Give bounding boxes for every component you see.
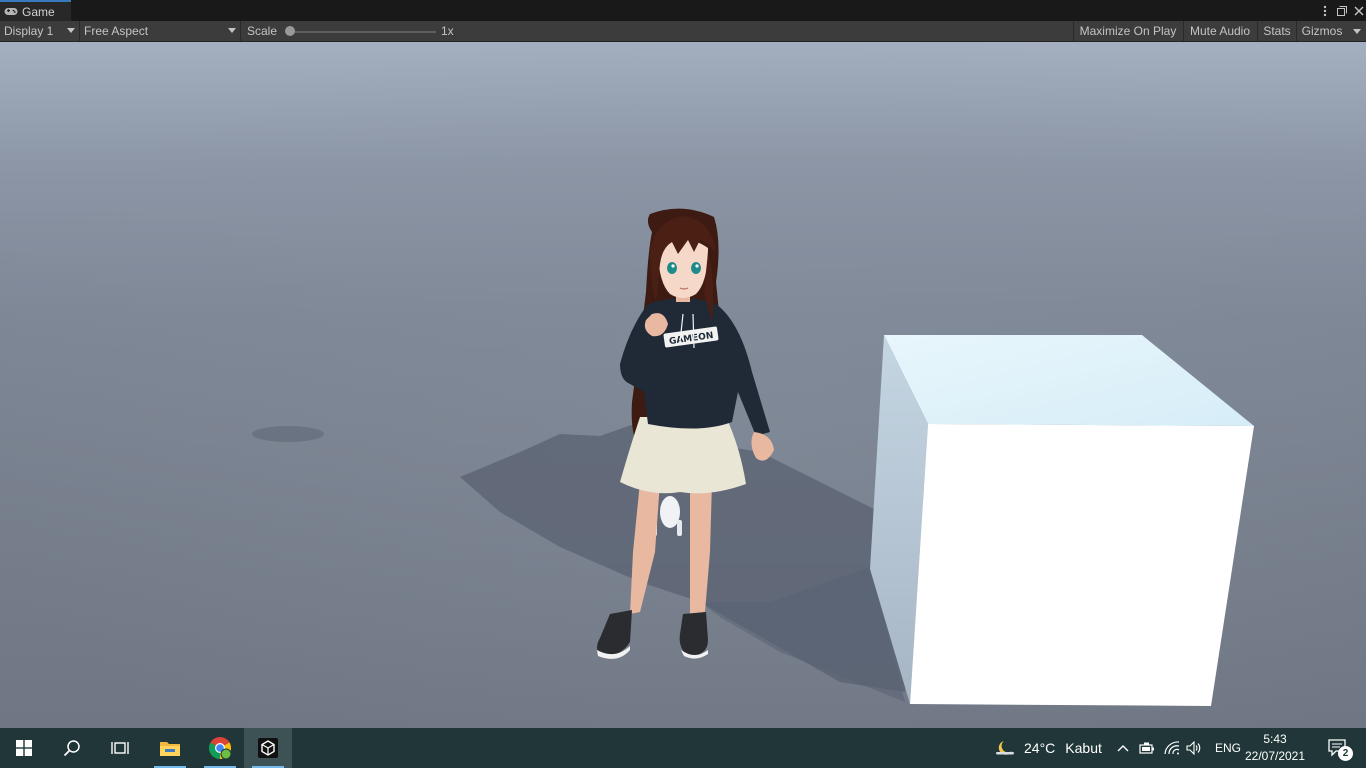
character-left-eye <box>667 262 677 274</box>
night-weather-icon <box>996 741 1014 755</box>
clock-time: 5:43 <box>1263 732 1287 746</box>
restore-icon[interactable] <box>1337 4 1347 18</box>
game-tab[interactable]: Game <box>0 0 71 21</box>
more-vert-icon[interactable] <box>1320 4 1330 18</box>
clock-date: 22/07/2021 <box>1244 749 1306 763</box>
mute-audio-button[interactable]: Mute Audio <box>1184 21 1256 41</box>
weather-widget[interactable]: 24°C Kabut <box>994 728 1102 768</box>
gizmos-label: Gizmos <box>1301 24 1343 38</box>
scale-slider-handle[interactable] <box>285 26 295 36</box>
unity-button[interactable] <box>244 728 292 768</box>
stats-label: Stats <box>1263 24 1291 38</box>
task-view-button[interactable] <box>96 728 144 768</box>
chevron-down-icon <box>67 28 75 33</box>
game-view-viewport[interactable]: GAMEON <box>0 42 1366 728</box>
chevron-down-icon <box>228 28 236 33</box>
language-indicator[interactable]: ENG <box>1215 741 1241 755</box>
display-dropdown-label: Display 1 <box>4 24 54 38</box>
windows-taskbar: 24°C Kabut ENG 5:43 22/07/2021 2 <box>0 728 1366 768</box>
unity-icon <box>258 738 278 758</box>
show-hidden-icons-chevron-icon[interactable] <box>1113 744 1133 752</box>
cat-leg <box>677 520 682 536</box>
scale-slider-track[interactable] <box>290 31 436 33</box>
weather-condition: Kabut <box>1065 740 1102 756</box>
display-dropdown[interactable]: Display 1 <box>0 21 79 41</box>
cube-front-face <box>910 424 1254 706</box>
wifi-icon[interactable] <box>1161 741 1183 755</box>
distant-shadow <box>252 426 324 442</box>
eye-highlight <box>695 264 699 268</box>
chrome-icon <box>209 737 232 760</box>
game-controller-icon <box>4 7 18 17</box>
game-view-toolbar: Display 1 Free Aspect Scale 1x Maximize … <box>0 21 1366 42</box>
editor-tab-bar: Game <box>0 0 1366 21</box>
chrome-button[interactable] <box>196 728 244 768</box>
maximize-on-play-button[interactable]: Maximize On Play <box>1074 21 1182 41</box>
weather-temperature: 24°C <box>1024 740 1056 756</box>
battery-icon[interactable] <box>1133 742 1161 754</box>
window-controls <box>1320 0 1364 21</box>
close-icon[interactable] <box>1354 4 1364 18</box>
taskbar-clock[interactable]: 5:43 22/07/2021 <box>1244 731 1306 765</box>
eye-highlight <box>671 264 675 268</box>
start-button[interactable] <box>0 728 48 768</box>
aspect-dropdown-label: Free Aspect <box>84 24 149 38</box>
stats-button[interactable]: Stats <box>1258 21 1296 41</box>
scale-label: Scale <box>247 24 278 38</box>
character-right-eye <box>691 262 701 274</box>
file-explorer-icon <box>160 742 180 756</box>
white-cube[interactable] <box>870 335 1254 706</box>
scale-value: 1x <box>441 24 454 38</box>
search-icon <box>63 740 80 757</box>
maximize-on-play-label: Maximize On Play <box>1079 24 1177 38</box>
character-right-shoe <box>679 612 708 656</box>
volume-icon[interactable] <box>1183 741 1205 755</box>
game-tab-label: Game <box>22 4 55 19</box>
scene-render: GAMEON <box>0 42 1366 728</box>
notification-badge: 2 <box>1338 746 1353 761</box>
search-button[interactable] <box>48 728 96 768</box>
gizmos-dropdown[interactable] <box>1348 21 1366 41</box>
aspect-dropdown[interactable]: Free Aspect <box>80 21 240 41</box>
character-skirt <box>620 417 746 494</box>
system-tray: ENG <box>1113 728 1241 768</box>
chevron-down-icon <box>1353 28 1361 34</box>
toolbar-divider <box>240 21 241 41</box>
task-view-icon <box>111 742 129 754</box>
gizmos-button[interactable]: Gizmos <box>1297 21 1347 41</box>
mute-audio-label: Mute Audio <box>1189 24 1251 38</box>
file-explorer-button[interactable] <box>146 728 194 768</box>
windows-start-icon <box>16 740 32 756</box>
action-center-button[interactable]: 2 <box>1318 728 1358 768</box>
